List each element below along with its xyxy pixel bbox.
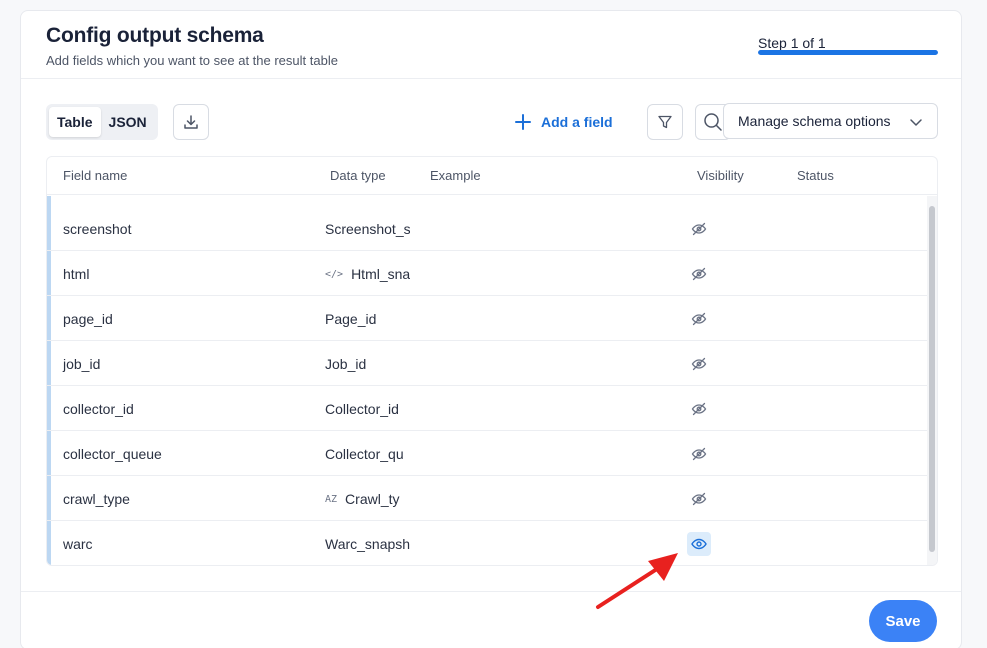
schema-card: Config output schema Add fields which yo… (20, 10, 962, 648)
scrollbar[interactable] (927, 196, 937, 565)
page-title: Config output schema (46, 24, 264, 47)
data-type-label: Warc_snapsh (325, 536, 410, 552)
eye-off-icon (691, 402, 707, 416)
download-icon (184, 115, 198, 129)
table-row[interactable]: collector_queue Collector_qu (47, 431, 927, 476)
field-name: warc (63, 536, 93, 552)
text-type-icon: AZ (325, 493, 338, 505)
field-name: html (63, 266, 90, 282)
download-button[interactable] (173, 104, 209, 140)
tab-table[interactable]: Table (49, 107, 101, 137)
eye-off-icon (691, 357, 707, 371)
data-type-label: Job_id (325, 356, 367, 372)
table-row[interactable]: html </> Html_sna (47, 251, 927, 296)
data-type-label: Collector_id (325, 401, 399, 417)
table-row[interactable]: page_id Page_id (47, 296, 927, 341)
footer: Save (21, 591, 961, 648)
data-type: Job_id (325, 356, 410, 372)
scrollbar-thumb[interactable] (929, 206, 935, 552)
column-header-data-type: Data type (330, 168, 386, 183)
page: Config output schema Add fields which yo… (0, 0, 987, 648)
data-type: Collector_qu (325, 446, 410, 462)
table-row[interactable]: job_id Job_id (47, 341, 927, 386)
eye-off-icon (691, 267, 707, 281)
data-type-label: Page_id (325, 311, 377, 327)
eye-off-icon (691, 447, 707, 461)
table-row[interactable]: collector_id Collector_id (47, 386, 927, 431)
column-header-visibility: Visibility (697, 168, 744, 183)
visibility-toggle[interactable] (687, 307, 711, 331)
manage-schema-dropdown[interactable]: Manage schema options (723, 103, 938, 139)
header: Config output schema Add fields which yo… (21, 11, 961, 79)
field-name: page_id (63, 311, 113, 327)
table-row[interactable]: screenshot Screenshot_s (47, 206, 927, 251)
field-name: screenshot (63, 221, 132, 237)
visibility-toggle[interactable] (687, 532, 711, 556)
step-indicator: Step 1 of 1 (758, 35, 826, 51)
table-header: Field name Data type Example Visibility … (47, 157, 937, 195)
visibility-toggle[interactable] (687, 442, 711, 466)
code-type-icon: </> (325, 268, 344, 280)
table-body: screenshot Screenshot_shtml </> Html_snapag… (47, 196, 927, 565)
save-button[interactable]: Save (869, 600, 937, 642)
manage-schema-label: Manage schema options (738, 113, 891, 129)
toolbar: Table JSON Add a field Manage schema opt… (46, 103, 938, 141)
step-progress-bar (758, 50, 938, 55)
eye-off-icon (691, 222, 707, 236)
column-header-status: Status (797, 168, 834, 183)
plus-icon (515, 114, 531, 130)
data-type: Screenshot_s (325, 221, 410, 237)
data-type-label: Screenshot_s (325, 221, 410, 237)
page-subtitle: Add fields which you want to see at the … (46, 53, 338, 68)
column-header-field-name: Field name (63, 168, 128, 183)
field-name: collector_queue (63, 446, 162, 462)
eye-icon (691, 538, 707, 550)
column-header-example: Example (430, 168, 481, 183)
schema-table: Field name Data type Example Visibility … (46, 156, 938, 566)
eye-off-icon (691, 492, 707, 506)
data-type-label: Crawl_ty (345, 491, 400, 507)
data-type: Collector_id (325, 401, 410, 417)
visibility-toggle[interactable] (687, 397, 711, 421)
visibility-toggle[interactable] (687, 352, 711, 376)
data-type: </> Html_sna (325, 266, 410, 282)
add-field-button[interactable]: Add a field (515, 103, 613, 141)
chevron-down-icon (910, 119, 922, 126)
data-type-label: Collector_qu (325, 446, 404, 462)
field-name: collector_id (63, 401, 134, 417)
visibility-toggle[interactable] (687, 262, 711, 286)
eye-off-icon (691, 312, 707, 326)
visibility-toggle[interactable] (687, 487, 711, 511)
step-progress-fill (758, 50, 938, 55)
data-type: AZ Crawl_ty (325, 491, 410, 507)
field-name: job_id (63, 356, 101, 372)
data-type-label: Html_sna (351, 266, 410, 282)
filter-button[interactable] (647, 104, 683, 140)
annotation-arrow (596, 553, 678, 609)
view-toggle: Table JSON (46, 104, 158, 140)
table-row[interactable]: warc Warc_snapsh (47, 521, 927, 565)
visibility-toggle[interactable] (687, 217, 711, 241)
data-type: Page_id (325, 311, 410, 327)
tab-json[interactable]: JSON (101, 107, 155, 137)
add-field-label: Add a field (541, 114, 613, 130)
table-row[interactable]: crawl_type AZ Crawl_ty (47, 476, 927, 521)
data-type: Warc_snapsh (325, 536, 410, 552)
search-icon (704, 113, 722, 131)
field-name: crawl_type (63, 491, 130, 507)
filter-icon (658, 115, 672, 129)
